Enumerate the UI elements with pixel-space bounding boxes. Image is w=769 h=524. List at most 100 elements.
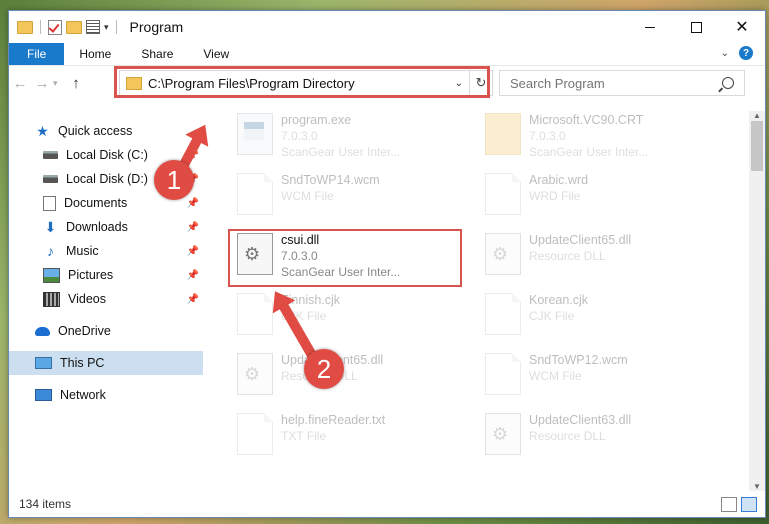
properties-check-icon[interactable] bbox=[48, 19, 62, 35]
sidebar-item-quick-access[interactable]: ★ Quick access bbox=[9, 119, 203, 143]
exe-file-icon bbox=[237, 113, 273, 155]
dll-file-icon bbox=[237, 353, 273, 395]
scrollbar-thumb[interactable] bbox=[751, 121, 763, 171]
forward-button[interactable]: → bbox=[31, 75, 53, 92]
file-name: help.fineReader.txt bbox=[281, 413, 386, 427]
videos-icon bbox=[43, 291, 60, 307]
sidebar-item-label: Videos bbox=[68, 292, 106, 306]
new-folder-icon[interactable] bbox=[66, 20, 82, 34]
up-button[interactable]: ↑ bbox=[65, 75, 87, 92]
file-item[interactable]: UpdateClient63.dll Resource DLL bbox=[473, 411, 711, 463]
file-type: Resource DLL bbox=[529, 249, 606, 263]
folder-icon bbox=[17, 20, 33, 34]
sidebar-item-label: Local Disk (D:) bbox=[66, 172, 148, 186]
file-item[interactable]: Microsoft.VC90.CRT 7.0.3.0 ScanGear User I… bbox=[473, 111, 711, 163]
tab-share[interactable]: Share bbox=[126, 43, 188, 65]
document-file-icon bbox=[237, 173, 273, 215]
file-item[interactable]: Korean.cjk CJK File bbox=[473, 291, 711, 343]
disk-icon bbox=[43, 175, 58, 183]
recent-locations-dropdown[interactable]: ▾ bbox=[53, 78, 65, 89]
search-input[interactable] bbox=[508, 74, 722, 92]
onedrive-icon bbox=[35, 326, 50, 336]
title-bar: ▾ Program ✕ bbox=[9, 11, 765, 43]
file-item[interactable]: SndToWP14.wcm WCM File bbox=[225, 171, 463, 223]
close-button[interactable]: ✕ bbox=[719, 11, 765, 43]
minimize-button[interactable] bbox=[627, 11, 673, 43]
back-button[interactable]: ← bbox=[9, 75, 31, 92]
details-view-icon[interactable] bbox=[721, 497, 737, 512]
file-item[interactable]: SndToWP12.wcm WCM File bbox=[473, 351, 711, 403]
ribbon-tabs: File Home Share View ⌄ ? bbox=[9, 43, 765, 65]
file-version: 7.0.3.0 bbox=[281, 129, 318, 143]
music-icon: ♪ bbox=[47, 242, 54, 259]
sidebar-item-label: OneDrive bbox=[58, 324, 111, 338]
file-name: Korean.cjk bbox=[529, 293, 589, 307]
divider bbox=[40, 20, 41, 34]
pictures-icon bbox=[43, 267, 60, 283]
pin-icon[interactable]: 📌 bbox=[187, 198, 199, 209]
file-type: WCM File bbox=[529, 369, 582, 383]
sidebar-item-label: Quick access bbox=[58, 124, 133, 138]
downloads-icon: ⬇ bbox=[44, 218, 57, 235]
large-icons-view-icon[interactable] bbox=[741, 497, 757, 512]
customize-dropdown-icon[interactable]: ▾ bbox=[104, 22, 109, 33]
file-type: CJK File bbox=[529, 309, 575, 323]
status-bar: 134 items bbox=[9, 491, 765, 517]
file-version: 7.0.3.0 bbox=[529, 129, 566, 143]
sidebar-item-videos[interactable]: Videos 📌 bbox=[9, 287, 203, 311]
properties-icon[interactable] bbox=[86, 20, 100, 34]
documents-icon bbox=[43, 195, 56, 211]
file-item[interactable]: Arabic.wrd WRD File bbox=[473, 171, 711, 223]
file-item[interactable]: Finnish.cjk CJK File bbox=[225, 291, 463, 343]
sidebar-item-network[interactable]: Network bbox=[9, 383, 203, 407]
tab-file[interactable]: File bbox=[9, 43, 65, 65]
window-controls: ✕ bbox=[627, 11, 765, 43]
sidebar-item-music[interactable]: ♪ Music 📌 bbox=[9, 239, 203, 263]
search-box[interactable] bbox=[499, 70, 745, 96]
tab-home[interactable]: Home bbox=[64, 43, 126, 65]
pin-icon[interactable]: 📌 bbox=[187, 294, 199, 305]
file-type: Resource DLL bbox=[529, 429, 606, 443]
sidebar-item-downloads[interactable]: ⬇ Downloads 📌 bbox=[9, 215, 203, 239]
pc-icon bbox=[35, 357, 52, 369]
file-name: SndToWP12.wcm bbox=[529, 353, 628, 367]
sidebar-item-this-pc[interactable]: This PC bbox=[9, 351, 203, 375]
file-item[interactable]: help.fineReader.txt TXT File bbox=[225, 411, 463, 463]
file-name: SndToWP14.wcm bbox=[281, 173, 380, 187]
search-icon bbox=[722, 77, 734, 89]
help-icon[interactable]: ? bbox=[739, 46, 753, 60]
file-list: program.exe 7.0.3.0 ScanGear User Inter...… bbox=[215, 111, 739, 481]
file-item[interactable]: UpdateClient65.dllResource DLL bbox=[225, 351, 463, 403]
pin-icon[interactable]: 📌 bbox=[187, 270, 199, 281]
sidebar-item-onedrive[interactable]: OneDrive bbox=[9, 319, 203, 343]
sidebar-item-pictures[interactable]: Pictures 📌 bbox=[9, 263, 203, 287]
expand-ribbon-icon[interactable]: ⌄ bbox=[721, 48, 729, 59]
star-icon: ★ bbox=[36, 122, 49, 139]
scroll-down-icon[interactable]: ▼ bbox=[753, 482, 761, 491]
window-title: Program bbox=[129, 19, 184, 35]
file-type: WCM File bbox=[281, 189, 334, 203]
document-file-icon bbox=[485, 293, 521, 335]
dll-file-icon bbox=[485, 413, 521, 455]
sidebar-item-label: Music bbox=[66, 244, 99, 258]
pin-icon[interactable]: 📌 bbox=[187, 246, 199, 257]
sidebar-item-label: Local Disk (C:) bbox=[66, 148, 148, 162]
pin-icon[interactable]: 📌 bbox=[187, 222, 199, 233]
file-type: TXT File bbox=[281, 429, 327, 443]
file-name: program.exe bbox=[281, 113, 352, 127]
view-switcher bbox=[721, 497, 757, 512]
document-file-icon bbox=[237, 413, 273, 455]
sidebar-item-label: This PC bbox=[60, 356, 105, 370]
dll-file-icon bbox=[485, 233, 521, 275]
vertical-scrollbar[interactable]: ▲ ▼ bbox=[749, 111, 765, 491]
ribbon-right: ⌄ ? bbox=[721, 46, 753, 60]
sidebar-item-label: Downloads bbox=[66, 220, 128, 234]
file-item[interactable]: program.exe 7.0.3.0 ScanGear User Inter... bbox=[225, 111, 463, 163]
maximize-button[interactable] bbox=[673, 11, 719, 43]
document-file-icon bbox=[485, 173, 521, 215]
file-item[interactable]: UpdateClient65.dllResource DLL bbox=[473, 231, 711, 283]
scroll-up-icon[interactable]: ▲ bbox=[753, 111, 761, 120]
tab-view[interactable]: View bbox=[188, 43, 244, 65]
sidebar-item-label: Pictures bbox=[68, 268, 114, 282]
file-description: ScanGear User Inter... bbox=[529, 145, 649, 159]
